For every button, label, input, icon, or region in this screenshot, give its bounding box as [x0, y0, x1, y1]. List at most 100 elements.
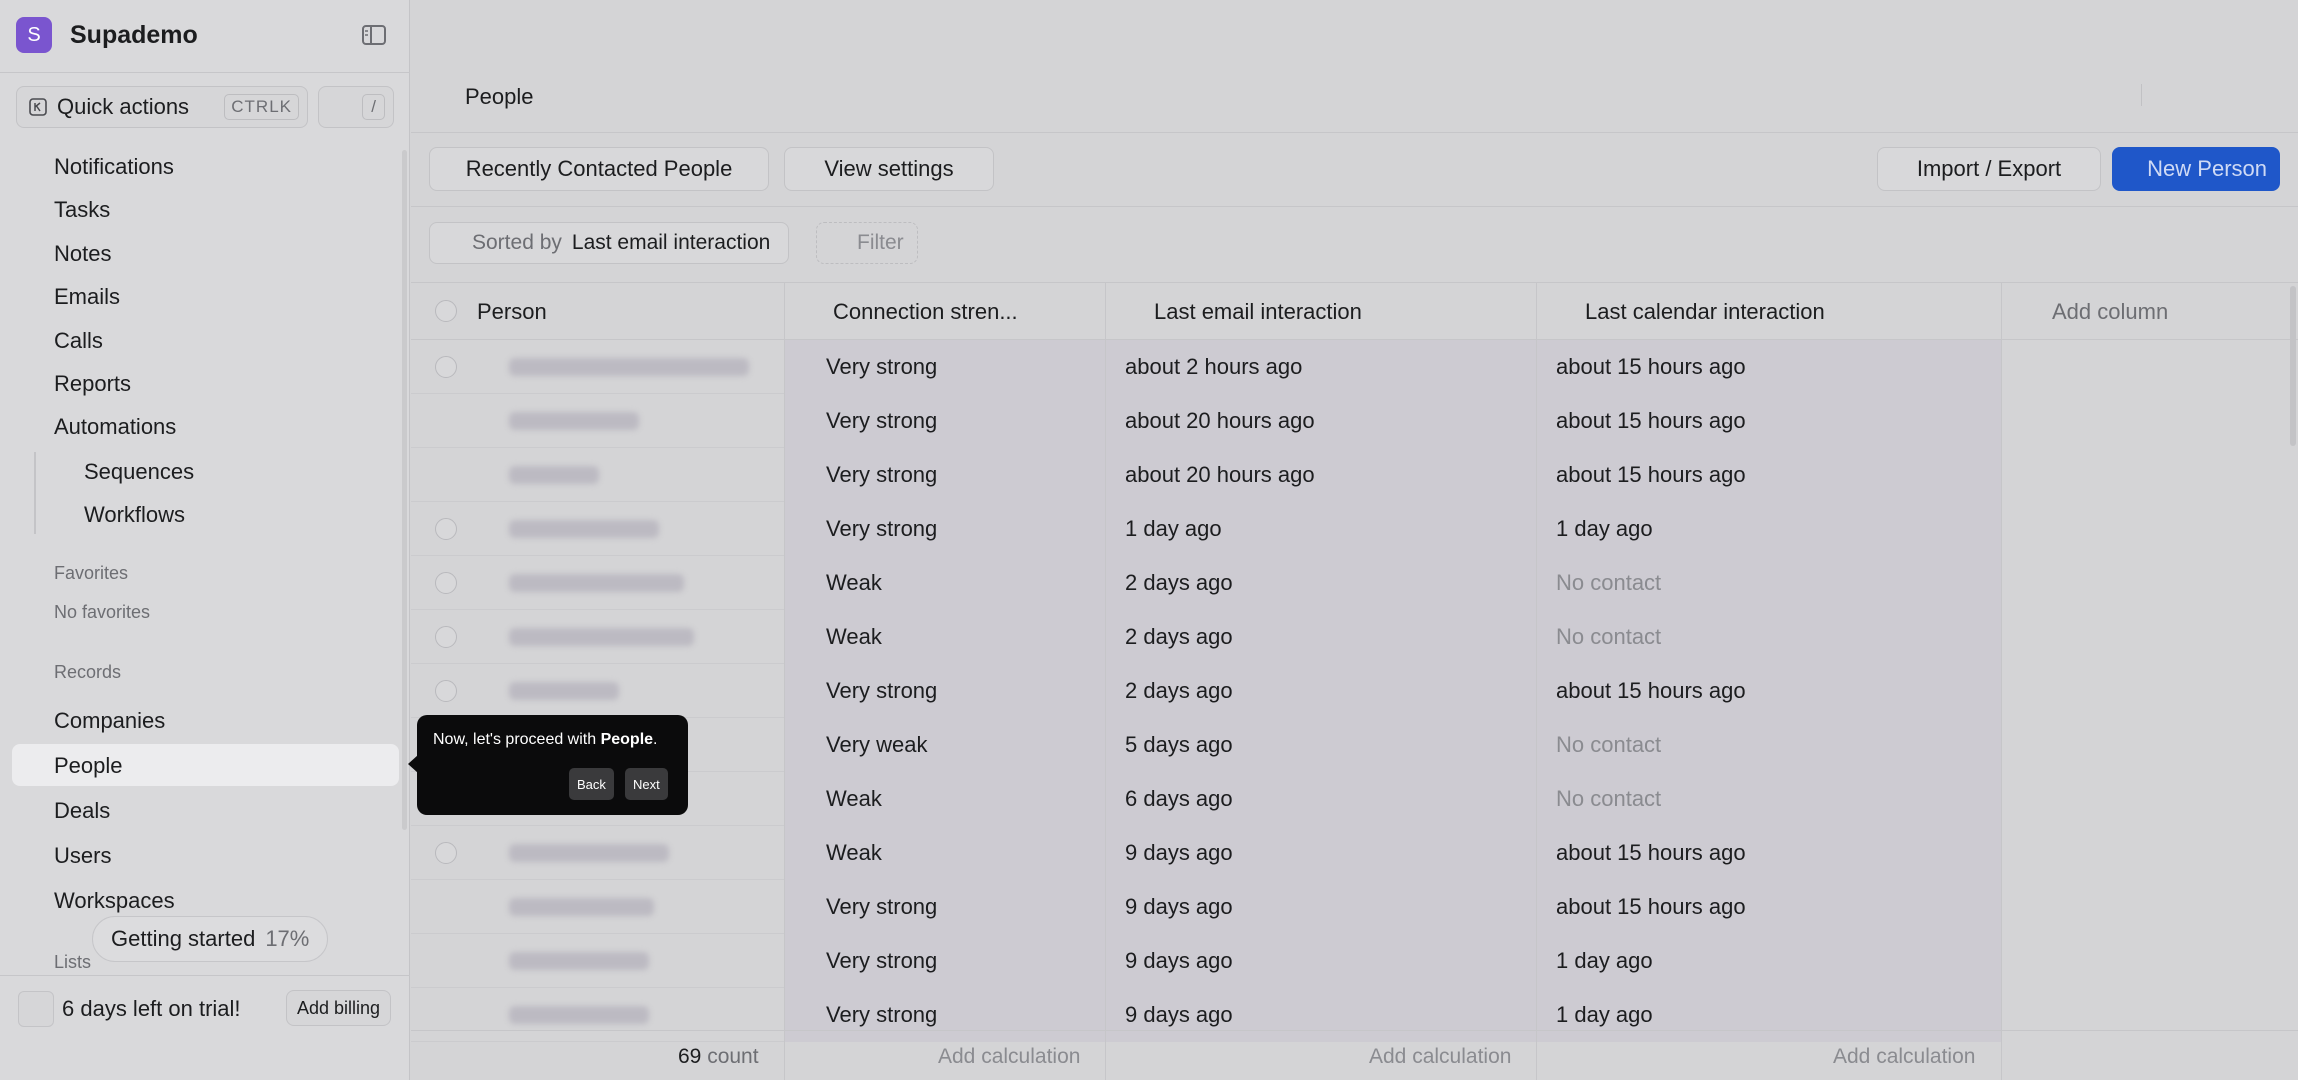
cell-last-email[interactable]: 1 day ago: [1125, 516, 1222, 542]
cell-last-calendar[interactable]: No contact: [1556, 732, 1661, 758]
add-billing-button[interactable]: Add billing: [286, 990, 392, 1026]
cell-last-calendar[interactable]: about 15 hours ago: [1556, 840, 1746, 866]
nav-sequences[interactable]: Sequences: [84, 459, 194, 485]
sidebar-scrollbar[interactable]: [402, 150, 407, 830]
table-row[interactable]: Very strong about 20 hours ago about 15 ho…: [411, 448, 2001, 502]
add-column-button[interactable]: Add column: [2052, 299, 2168, 325]
person-name-redacted[interactable]: [509, 1006, 649, 1024]
person-name-redacted[interactable]: [509, 682, 619, 700]
cell-last-calendar[interactable]: about 15 hours ago: [1556, 462, 1746, 488]
cell-last-calendar[interactable]: about 15 hours ago: [1556, 678, 1746, 704]
cell-connection-strength[interactable]: Very strong: [826, 948, 937, 974]
cell-last-email[interactable]: about 2 hours ago: [1125, 354, 1302, 380]
row-checkbox[interactable]: [435, 842, 457, 864]
row-checkbox[interactable]: [435, 518, 457, 540]
cell-last-calendar[interactable]: No contact: [1556, 786, 1661, 812]
cell-connection-strength[interactable]: Weak: [826, 786, 882, 812]
cell-last-email[interactable]: 5 days ago: [1125, 732, 1233, 758]
view-settings-button[interactable]: View settings: [784, 147, 994, 191]
person-name-redacted[interactable]: [509, 844, 669, 862]
cell-connection-strength[interactable]: Very strong: [826, 408, 937, 434]
person-name-redacted[interactable]: [509, 898, 654, 916]
cell-connection-strength[interactable]: Very strong: [826, 462, 937, 488]
table-row[interactable]: Weak 9 days ago about 15 hours ago: [411, 826, 2001, 880]
add-calculation-email[interactable]: Add calculation: [1369, 1045, 1511, 1069]
person-name-redacted[interactable]: [509, 574, 684, 592]
row-checkbox[interactable]: [435, 356, 457, 378]
cell-last-email[interactable]: 2 days ago: [1125, 678, 1233, 704]
cell-last-calendar[interactable]: 1 day ago: [1556, 1002, 1653, 1028]
cell-last-calendar[interactable]: about 15 hours ago: [1556, 354, 1746, 380]
nav-people[interactable]: People: [54, 753, 123, 779]
cell-last-email[interactable]: about 20 hours ago: [1125, 408, 1315, 434]
person-name-redacted[interactable]: [509, 952, 649, 970]
person-name-redacted[interactable]: [509, 466, 599, 484]
tooltip-next-button[interactable]: Next: [625, 768, 668, 800]
nav-deals[interactable]: Deals: [54, 798, 110, 824]
table-row[interactable]: Very strong about 20 hours ago about 15 ho…: [411, 394, 2001, 448]
nav-workflows[interactable]: Workflows: [84, 502, 185, 528]
workspace-switcher[interactable]: S Supademo: [16, 17, 198, 53]
person-name-redacted[interactable]: [509, 358, 749, 376]
nav-reports[interactable]: Reports: [54, 371, 131, 397]
row-checkbox[interactable]: [435, 626, 457, 648]
column-person[interactable]: Person: [477, 299, 547, 325]
nav-calls[interactable]: Calls: [54, 328, 103, 354]
tooltip-back-button[interactable]: Back: [569, 768, 614, 800]
column-last-email[interactable]: Last email interaction: [1154, 299, 1362, 325]
nav-emails[interactable]: Emails: [54, 284, 120, 310]
filter-button[interactable]: Filter: [816, 222, 918, 264]
nav-tasks[interactable]: Tasks: [54, 197, 110, 223]
quick-actions-button[interactable]: Quick actions CTRLK: [16, 86, 308, 128]
cell-last-calendar[interactable]: about 15 hours ago: [1556, 894, 1746, 920]
nav-notes[interactable]: Notes: [54, 241, 111, 267]
cell-last-calendar[interactable]: 1 day ago: [1556, 516, 1653, 542]
view-selector-button[interactable]: Recently Contacted People: [429, 147, 769, 191]
cell-last-email[interactable]: 9 days ago: [1125, 948, 1233, 974]
table-row[interactable]: Very strong 2 days ago about 15 hours ago: [411, 664, 2001, 718]
nav-workspaces[interactable]: Workspaces: [54, 888, 175, 914]
nav-users[interactable]: Users: [54, 843, 111, 869]
new-person-button[interactable]: New Person: [2112, 147, 2280, 191]
import-export-button[interactable]: Import / Export: [1877, 147, 2101, 191]
cell-last-calendar[interactable]: about 15 hours ago: [1556, 408, 1746, 434]
cell-last-calendar[interactable]: No contact: [1556, 624, 1661, 650]
cell-last-calendar[interactable]: No contact: [1556, 570, 1661, 596]
getting-started-button[interactable]: Getting started 17%: [92, 916, 329, 962]
add-calculation-connection[interactable]: Add calculation: [938, 1045, 1080, 1069]
cell-last-email[interactable]: 9 days ago: [1125, 840, 1233, 866]
person-name-redacted[interactable]: [509, 412, 639, 430]
table-row[interactable]: Weak 2 days ago No contact: [411, 556, 2001, 610]
table-scrollbar[interactable]: [2290, 286, 2296, 446]
column-last-calendar[interactable]: Last calendar interaction: [1585, 299, 1825, 325]
person-name-redacted[interactable]: [509, 628, 694, 646]
table-row[interactable]: Very strong 9 days ago about 15 hours ago: [411, 880, 2001, 934]
table-row[interactable]: Weak 2 days ago No contact: [411, 610, 2001, 664]
nav-notifications[interactable]: Notifications: [54, 154, 174, 180]
cell-connection-strength[interactable]: Very weak: [826, 732, 928, 758]
table-row[interactable]: Very strong 9 days ago 1 day ago: [411, 934, 2001, 988]
cell-last-email[interactable]: 2 days ago: [1125, 570, 1233, 596]
cell-connection-strength[interactable]: Very strong: [826, 894, 937, 920]
nav-automations[interactable]: Automations: [54, 414, 176, 440]
cell-last-email[interactable]: 6 days ago: [1125, 786, 1233, 812]
add-calculation-calendar[interactable]: Add calculation: [1833, 1045, 1975, 1069]
slash-command-button[interactable]: /: [318, 86, 394, 128]
cell-last-email[interactable]: 9 days ago: [1125, 1002, 1233, 1028]
cell-connection-strength[interactable]: Very strong: [826, 678, 937, 704]
cell-connection-strength[interactable]: Weak: [826, 624, 882, 650]
cell-connection-strength[interactable]: Weak: [826, 840, 882, 866]
row-checkbox[interactable]: [435, 572, 457, 594]
cell-last-email[interactable]: 9 days ago: [1125, 894, 1233, 920]
person-name-redacted[interactable]: [509, 520, 659, 538]
cell-last-email[interactable]: about 20 hours ago: [1125, 462, 1315, 488]
sort-chip[interactable]: Sorted by Last email interaction: [429, 222, 789, 264]
nav-companies[interactable]: Companies: [54, 708, 165, 734]
column-connection-strength[interactable]: Connection stren...: [833, 299, 1018, 325]
cell-connection-strength[interactable]: Weak: [826, 570, 882, 596]
row-checkbox[interactable]: [435, 680, 457, 702]
cell-connection-strength[interactable]: Very strong: [826, 1002, 937, 1028]
table-row[interactable]: Very strong 1 day ago 1 day ago: [411, 502, 2001, 556]
sidebar-collapse-icon[interactable]: [361, 22, 387, 48]
cell-last-calendar[interactable]: 1 day ago: [1556, 948, 1653, 974]
